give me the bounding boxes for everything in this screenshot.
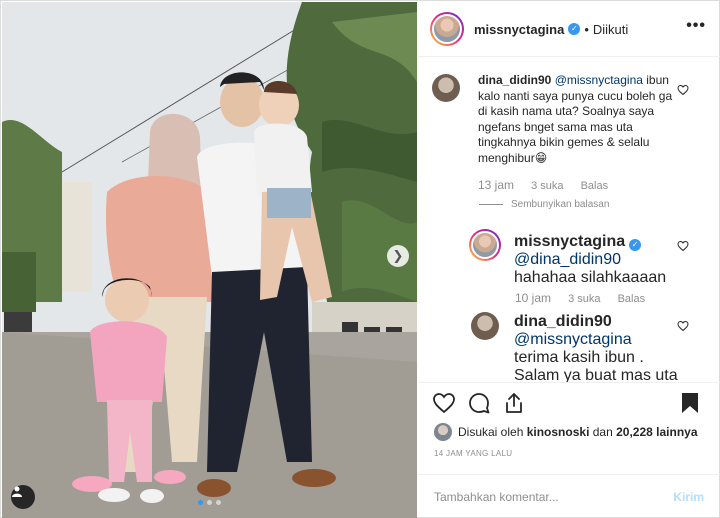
reply-username[interactable]: dina_didin90 — [514, 313, 612, 330]
comment-bubble-icon[interactable] — [467, 391, 491, 415]
carousel-next-button[interactable]: ❯ — [387, 245, 409, 267]
more-options-icon[interactable]: ••• — [686, 17, 706, 35]
comment-likes[interactable]: 3 suka — [531, 180, 563, 192]
verified-badge-icon: ✓ — [629, 239, 642, 251]
carousel-dot — [207, 500, 212, 505]
avatar[interactable] — [471, 312, 499, 340]
user-tag-icon — [12, 486, 22, 497]
avatar[interactable] — [432, 74, 460, 102]
share-icon[interactable] — [502, 391, 526, 415]
comment-input[interactable] — [434, 489, 674, 504]
carousel-dot — [198, 500, 203, 505]
post-photo[interactable]: ❯ — [2, 2, 417, 518]
likes-count[interactable]: 20,228 lainnya — [616, 425, 697, 439]
reply-username[interactable]: missnyctagina — [514, 233, 625, 250]
avatar[interactable] — [469, 229, 501, 261]
likes-user[interactable]: kinosnoski — [527, 425, 590, 439]
post-header: missnyctagina ✓ • Diikuti ••• — [418, 2, 720, 57]
post-timestamp[interactable]: 14 JAM YANG LALU — [434, 449, 512, 458]
follow-status-button[interactable]: Diikuti — [593, 22, 628, 37]
comment: dina_didin90 @missnyctagina ibun kalo na… — [478, 73, 683, 166]
comment-meta: 13 jam 3 suka Balas — [478, 178, 622, 192]
like-comment-heart-icon[interactable] — [677, 240, 689, 252]
reply: missnyctagina ✓ @dina_didin90 hahahaa sil… — [514, 233, 684, 287]
reply-button[interactable]: Balas — [581, 180, 609, 192]
send-comment-button[interactable]: Kirim — [673, 490, 704, 504]
tagged-users-button[interactable] — [11, 485, 35, 509]
reply-text: hahahaa silahkaaaan — [514, 269, 667, 286]
reply-text: terima kasih ibun . Salam ya buat mas ut… — [514, 349, 678, 382]
family-photo-illustration — [2, 2, 417, 518]
reply-mention[interactable]: @dina_didin90 — [514, 251, 621, 268]
instagram-post-window: ❯ missnyctagina ✓ • Diikuti ••• dina_did… — [0, 0, 720, 518]
likes-summary: Disukai oleh kinosnoski dan 20,228 lainn… — [434, 423, 698, 441]
likes-prefix: Disukai oleh — [458, 425, 524, 439]
reply-likes[interactable]: 3 suka — [568, 293, 600, 305]
like-comment-heart-icon[interactable] — [677, 320, 689, 332]
comment-username[interactable]: dina_didin90 — [478, 73, 551, 87]
like-heart-icon[interactable] — [432, 391, 456, 415]
reply: dina_didin90 @missnyctagina terima kasih… — [514, 313, 679, 382]
reply-meta: 10 jam 3 suka Balas — [515, 291, 659, 305]
header-separator: • — [584, 21, 589, 37]
carousel-dot — [216, 500, 221, 505]
reply-button[interactable]: Balas — [618, 293, 646, 305]
chevron-right-icon: ❯ — [392, 248, 404, 264]
likes-middle: dan — [592, 425, 613, 439]
carousel-indicator — [198, 500, 221, 505]
bookmark-icon[interactable] — [680, 391, 700, 415]
reply-mention[interactable]: @missnyctagina — [514, 331, 632, 348]
like-comment-heart-icon[interactable] — [677, 84, 689, 96]
post-side-panel: missnyctagina ✓ • Diikuti ••• dina_didin… — [418, 2, 720, 518]
add-comment-bar: Kirim — [418, 474, 720, 518]
avatar[interactable] — [430, 12, 464, 46]
comments-list: dina_didin90 @missnyctagina ibun kalo na… — [418, 58, 720, 382]
post-username[interactable]: missnyctagina — [474, 22, 564, 37]
post-actions: Disukai oleh kinosnoski dan 20,228 lainn… — [418, 382, 720, 474]
hide-replies-button[interactable]: Sembunyikan balasan — [479, 199, 609, 210]
avatar[interactable] — [434, 423, 452, 441]
reply-time[interactable]: 10 jam — [515, 291, 551, 305]
comment-mention[interactable]: @missnyctagina — [555, 73, 643, 87]
verified-badge-icon: ✓ — [568, 23, 581, 35]
comment-time[interactable]: 13 jam — [478, 178, 514, 192]
